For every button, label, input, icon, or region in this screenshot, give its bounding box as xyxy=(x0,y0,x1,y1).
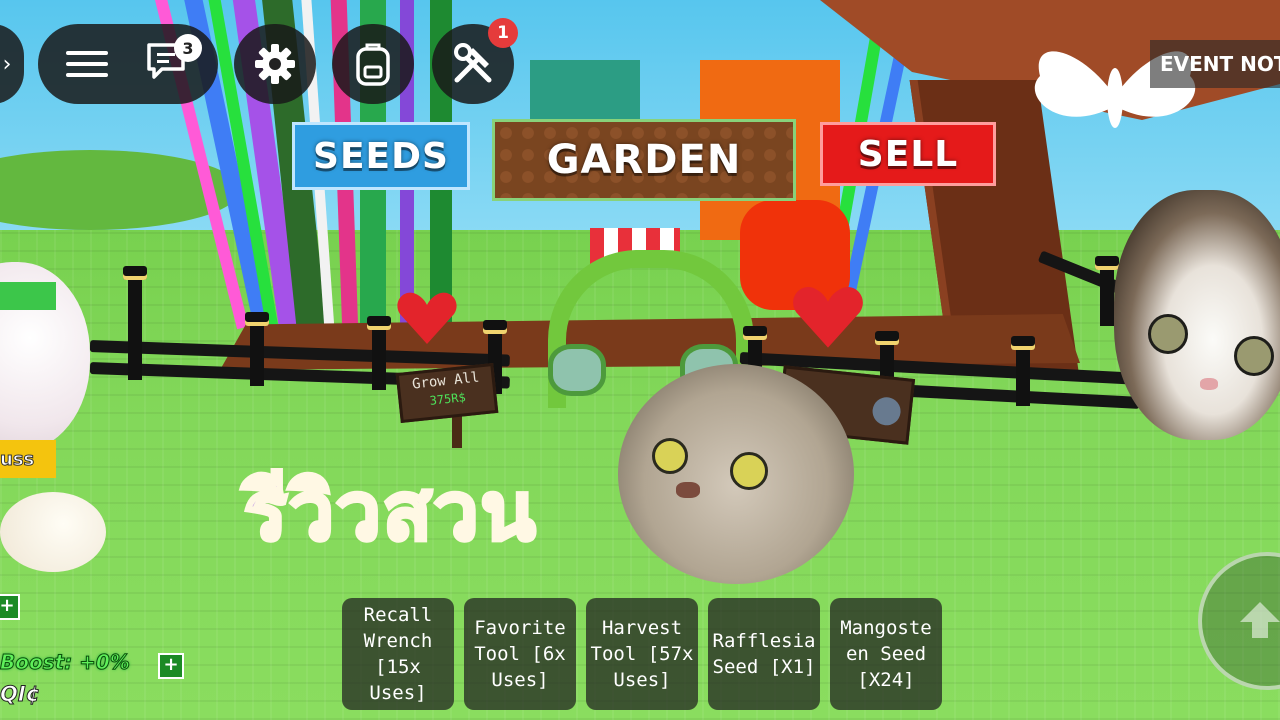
sell-button[interactable]: SELL xyxy=(820,122,996,186)
seeds-button[interactable]: SEEDS xyxy=(292,122,470,190)
grow-all-sign[interactable]: Grow All 375R$ xyxy=(395,363,499,423)
chat-badge: 3 xyxy=(174,34,202,62)
hotbar-slot[interactable]: Favorite Tool [6x Uses] xyxy=(464,598,576,710)
hotbar-slot[interactable]: Recall Wrench [15x Uses] xyxy=(342,598,454,710)
arrow-up-icon xyxy=(1240,602,1280,638)
heart-decoration xyxy=(793,287,863,348)
cat-nose xyxy=(1200,378,1218,390)
hotbar-line: en Seed xyxy=(845,643,927,665)
hotbar-slot[interactable]: Harvest Tool [57x Uses] xyxy=(586,598,698,710)
cat-eye xyxy=(1234,336,1274,376)
currency-label: QI¢ xyxy=(0,682,41,707)
cat-face-sticker xyxy=(618,364,854,584)
hotbar-line: Uses] xyxy=(491,669,549,691)
add-button[interactable]: + xyxy=(0,594,20,620)
cat-eye xyxy=(652,438,688,474)
flower-decoration xyxy=(548,344,606,396)
gear-icon xyxy=(255,44,295,84)
add-boost-button[interactable]: + xyxy=(158,653,184,679)
hotbar-line: Favorite xyxy=(474,617,566,639)
hotbar-slot[interactable]: Mangoste en Seed [X24] xyxy=(830,598,942,710)
backpack-icon xyxy=(356,43,390,86)
menu-chat-group: 3 xyxy=(38,24,218,104)
hotbar-line: [15x Uses] xyxy=(369,656,427,704)
hamburger-icon[interactable] xyxy=(66,49,108,79)
hotbar-line: Seed [X1] xyxy=(712,656,816,678)
left-panel-label: uss xyxy=(0,448,35,470)
heart-decoration xyxy=(397,292,457,344)
tools-badge: 1 xyxy=(488,18,518,48)
fence-post xyxy=(1011,336,1035,406)
cat-face-sticker xyxy=(1114,190,1280,440)
left-panel-button[interactable]: uss xyxy=(0,440,56,478)
boost-label: Boost: +0% xyxy=(0,650,130,675)
hammer-wrench-icon xyxy=(454,43,492,83)
hotbar-line: Harvest xyxy=(601,617,683,639)
chevron-icon: › xyxy=(2,51,12,77)
cat-eye xyxy=(730,452,768,490)
hotbar-line: Recall xyxy=(363,604,433,626)
cat-eye xyxy=(1148,314,1188,354)
build-tools-button[interactable]: 1 xyxy=(432,18,518,104)
hotbar-line: Uses] xyxy=(613,669,671,691)
fence-post xyxy=(245,312,269,386)
backpack-button[interactable] xyxy=(332,24,414,104)
cat-nose xyxy=(676,482,700,498)
fence-post xyxy=(1095,256,1119,326)
left-panel-button[interactable] xyxy=(0,282,56,310)
settings-button[interactable] xyxy=(234,24,316,104)
event-banner: EVENT NOT xyxy=(1150,40,1280,88)
video-overlay-title: รีวิวสวน xyxy=(242,463,538,560)
hotbar-slot[interactable]: Rafflesia Seed [X1] xyxy=(708,598,820,710)
fence-post xyxy=(123,266,147,380)
hotbar-line: Mangoste xyxy=(840,617,932,639)
hotbar-line: Tool [57x xyxy=(590,643,694,665)
hotbar-line: Rafflesia xyxy=(712,630,816,652)
pearl-balloon xyxy=(0,492,106,572)
hotbar-line: Tool [6x xyxy=(474,643,566,665)
hotbar-line: Wrench xyxy=(363,630,433,652)
fence-post xyxy=(367,316,391,390)
hotbar-line: [X24] xyxy=(857,669,915,691)
chat-button[interactable]: 3 xyxy=(146,34,202,86)
owner-avatar xyxy=(871,395,902,427)
garden-button[interactable]: GARDEN xyxy=(492,119,796,201)
